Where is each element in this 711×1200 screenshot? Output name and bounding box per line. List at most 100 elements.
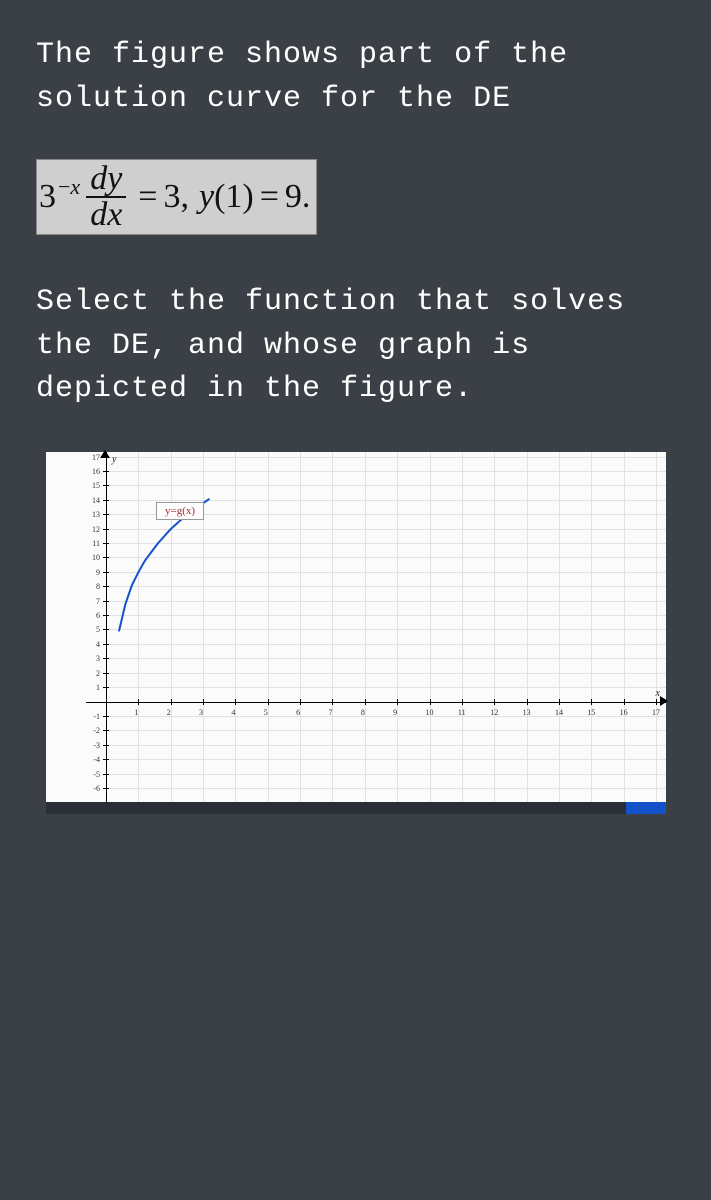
x-tick-label: 14: [555, 708, 563, 717]
y-tick-label: -5: [72, 770, 100, 779]
x-tick: [591, 699, 592, 705]
x-tick-label: 8: [361, 708, 365, 717]
x-tick-label: 13: [523, 708, 531, 717]
x-tick: [171, 699, 172, 705]
y-tick: [103, 644, 109, 645]
exponent-var: x: [70, 174, 80, 199]
ic-rhs: 9.: [285, 178, 311, 216]
y-tick: [103, 730, 109, 731]
x-tick-label: 5: [264, 708, 268, 717]
y-tick: [103, 788, 109, 789]
x-tick: [138, 699, 139, 705]
y-tick: [103, 615, 109, 616]
x-tick-label: 3: [199, 708, 203, 717]
y-tick-label: -2: [72, 726, 100, 735]
y-tick-label: 9: [72, 568, 100, 577]
x-tick-label: 12: [490, 708, 498, 717]
x-tick: [397, 699, 398, 705]
y-tick-label: -1: [72, 712, 100, 721]
equation-box: 3 −x dy dx = 3, y(1) = 9.: [36, 159, 317, 235]
x-tick: [203, 699, 204, 705]
y-tick-label: 2: [72, 669, 100, 678]
x-tick-label: 10: [426, 708, 434, 717]
y-tick-label: 5: [72, 625, 100, 634]
y-tick-label: 3: [72, 654, 100, 663]
y-tick-label: 4: [72, 640, 100, 649]
y-tick-label: 12: [72, 525, 100, 534]
problem-intro: The figure shows part of the solution cu…: [36, 34, 675, 121]
solution-curve-plot: y x y=g(x) 12345678910111213141516171234…: [46, 452, 666, 814]
y-tick: [103, 485, 109, 486]
x-tick: [365, 699, 366, 705]
x-tick-label: 15: [587, 708, 595, 717]
y-tick-label: 17: [72, 453, 100, 462]
equals-sign-2: =: [260, 178, 279, 216]
x-tick: [462, 699, 463, 705]
y-tick-label: -4: [72, 755, 100, 764]
legend: y=g(x): [156, 502, 204, 520]
x-tick: [235, 699, 236, 705]
y-tick-label: 15: [72, 481, 100, 490]
problem-prompt: Select the function that solves the DE, …: [36, 281, 675, 412]
y-tick: [103, 716, 109, 717]
y-tick: [103, 514, 109, 515]
x-tick-label: 2: [167, 708, 171, 717]
scrollbar-accent: [626, 802, 666, 814]
x-tick-label: 16: [620, 708, 628, 717]
y-tick-label: 10: [72, 553, 100, 562]
fraction-dy-dx: dy dx: [86, 162, 126, 232]
y-tick: [103, 673, 109, 674]
x-tick: [300, 699, 301, 705]
x-tick: [494, 699, 495, 705]
x-tick-label: 1: [134, 708, 138, 717]
y-tick: [103, 572, 109, 573]
x-tick-label: 7: [328, 708, 332, 717]
y-tick-label: 16: [72, 467, 100, 476]
x-tick-label: 11: [458, 708, 466, 717]
x-tick: [527, 699, 528, 705]
fraction-denominator: dx: [86, 198, 126, 232]
y-tick-label: 7: [72, 597, 100, 606]
x-tick-label: 17: [652, 708, 660, 717]
y-tick: [103, 557, 109, 558]
y-tick: [103, 586, 109, 587]
y-tick-label: 14: [72, 496, 100, 505]
y-tick: [103, 543, 109, 544]
y-tick: [103, 745, 109, 746]
y-tick: [103, 629, 109, 630]
x-tick: [559, 699, 560, 705]
x-tick: [624, 699, 625, 705]
coeff-base: 3: [39, 178, 56, 216]
y-tick: [103, 457, 109, 458]
equals-sign-1: =: [138, 178, 157, 216]
y-tick: [103, 658, 109, 659]
ic-lhs: y: [199, 178, 214, 216]
y-tick-label: 1: [72, 683, 100, 692]
x-tick: [656, 699, 657, 705]
y-tick: [103, 759, 109, 760]
exponent-group: −x: [58, 174, 80, 200]
y-tick: [103, 471, 109, 472]
y-tick-label: 13: [72, 510, 100, 519]
y-tick-label: 8: [72, 582, 100, 591]
x-tick: [332, 699, 333, 705]
ic-arg: (1): [214, 178, 254, 216]
x-tick: [268, 699, 269, 705]
y-tick: [103, 774, 109, 775]
fraction-numerator: dy: [86, 162, 126, 198]
x-tick: [430, 699, 431, 705]
x-tick-label: 9: [393, 708, 397, 717]
y-tick-label: -6: [72, 784, 100, 793]
y-tick: [103, 500, 109, 501]
x-tick-label: 6: [296, 708, 300, 717]
y-tick: [103, 529, 109, 530]
y-tick-label: -3: [72, 741, 100, 750]
y-tick-label: 11: [72, 539, 100, 548]
y-tick: [103, 687, 109, 688]
rhs-value: 3,: [163, 178, 189, 216]
exponent-minus: −: [58, 174, 70, 199]
y-tick: [103, 601, 109, 602]
y-tick-label: 6: [72, 611, 100, 620]
curve-svg: [46, 452, 666, 802]
x-tick-label: 4: [231, 708, 235, 717]
